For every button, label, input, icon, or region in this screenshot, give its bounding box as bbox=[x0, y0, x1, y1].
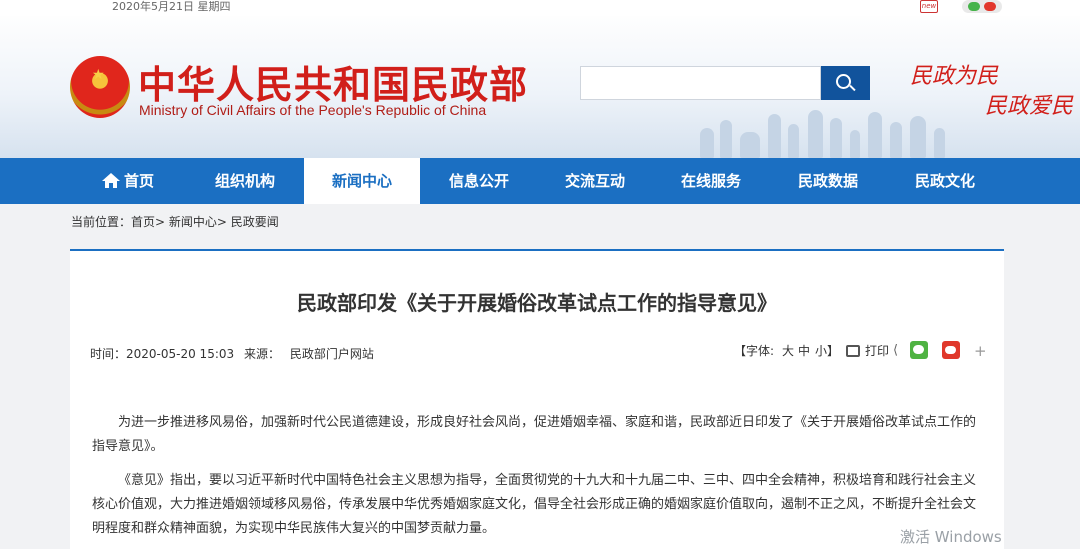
site-title-en: Ministry of Civil Affairs of the People'… bbox=[139, 102, 487, 118]
nav-item-organization[interactable]: 组织机构 bbox=[187, 158, 303, 204]
article-meta: 时间：2020-05-20 15:03 来源： 民政部门户网站 bbox=[90, 345, 380, 362]
social-links bbox=[962, 0, 1002, 13]
site-header: ★ 中华人民共和国民政部 Ministry of Civil Affairs o… bbox=[0, 16, 1080, 158]
top-bar: 2020年5月21日 星期四 new bbox=[0, 0, 1080, 16]
people-silhouette-decoration bbox=[690, 108, 990, 158]
windows-activation-watermark: 激活 Windows bbox=[900, 528, 1002, 546]
search-button[interactable] bbox=[821, 66, 870, 100]
search-bar bbox=[580, 66, 870, 100]
font-size-label: 【字体: bbox=[734, 344, 775, 358]
article-panel: 民政部印发《关于开展婚俗改革试点工作的指导意见》 时间：2020-05-20 1… bbox=[70, 249, 1004, 549]
current-date: 2020年5月21日 星期四 bbox=[112, 0, 231, 13]
search-icon bbox=[836, 74, 851, 89]
article-title: 民政部印发《关于开展婚俗改革试点工作的指导意见》 bbox=[297, 291, 777, 315]
nav-item-online-service[interactable]: 在线服务 bbox=[653, 158, 769, 204]
nav-item-news-center[interactable]: 新闻中心 bbox=[304, 158, 420, 204]
nav-item-info-disclosure[interactable]: 信息公开 bbox=[421, 158, 537, 204]
font-large-button[interactable]: 大 bbox=[782, 341, 794, 361]
article-source: 民政部门户网站 bbox=[289, 347, 374, 361]
font-medium-button[interactable]: 中 bbox=[798, 341, 810, 361]
article-source-label: 来源： bbox=[243, 347, 280, 361]
article-time: 时间：2020-05-20 15:03 bbox=[90, 347, 235, 361]
nav-item-label: 首页 bbox=[123, 172, 154, 190]
share-icon[interactable]: ⟨ bbox=[893, 341, 898, 361]
national-emblem-icon: ★ bbox=[70, 56, 130, 118]
nav-item-interaction[interactable]: 交流互动 bbox=[537, 158, 653, 204]
search-input[interactable] bbox=[580, 66, 821, 100]
site-title-cn[interactable]: 中华人民共和国民政部 bbox=[138, 54, 528, 109]
new-icon[interactable]: new bbox=[920, 0, 938, 13]
font-small-button[interactable]: 小】 bbox=[815, 341, 839, 361]
article-paragraph: 《意见》指出，要以习近平新时代中国特色社会主义思想为指导，全面贯彻党的十九大和十… bbox=[92, 473, 977, 536]
main-nav: 首页 组织机构 新闻中心 信息公开 交流互动 在线服务 民政数据 民政文化 bbox=[0, 158, 1080, 204]
nav-item-civil-culture[interactable]: 民政文化 bbox=[887, 158, 1003, 204]
print-icon[interactable] bbox=[846, 345, 860, 357]
slogan-1: 民政为民 bbox=[910, 64, 999, 89]
weibo-icon[interactable] bbox=[984, 2, 996, 11]
nav-item-civil-data[interactable]: 民政数据 bbox=[770, 158, 886, 204]
nav-item-home[interactable]: 首页 bbox=[70, 158, 186, 204]
home-icon bbox=[101, 173, 120, 188]
share-weibo-icon[interactable] bbox=[942, 341, 960, 359]
more-share-icon[interactable]: + bbox=[974, 341, 987, 361]
print-button[interactable]: 打印 bbox=[865, 341, 889, 361]
article-paragraph: 为进一步推进移风易俗，加强新时代公民道德建设，形成良好社会风尚，促进婚姻幸福、家… bbox=[92, 415, 977, 454]
slogan-2: 民政爱民 bbox=[985, 94, 1074, 119]
wechat-icon[interactable] bbox=[968, 2, 980, 11]
breadcrumb[interactable]: 当前位置：首页> 新闻中心> 民政要闻 bbox=[71, 213, 279, 230]
share-wechat-icon[interactable] bbox=[910, 341, 928, 359]
